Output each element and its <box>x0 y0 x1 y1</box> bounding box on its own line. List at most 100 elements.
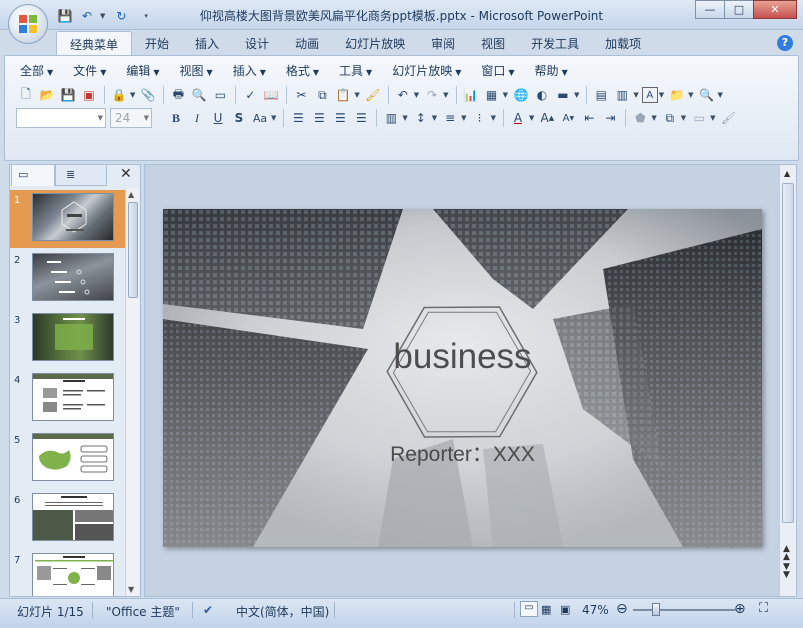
numbering-dropdown-icon[interactable]: ▼ <box>461 114 466 122</box>
line-spacing-icon[interactable]: ↕ <box>411 108 431 128</box>
main-scrollbar[interactable]: ▲ ▲ ▲ ▼ ▼ <box>779 165 796 596</box>
zoom-slider-thumb[interactable] <box>652 603 660 616</box>
undo-dropdown-icon[interactable]: ▼ <box>100 12 105 20</box>
font-color-icon[interactable]: A <box>508 108 528 128</box>
slide-thumbnail-1[interactable]: 1 <box>10 190 125 248</box>
font-name-dropdown-icon[interactable]: ▼ <box>98 114 103 122</box>
numbering-icon[interactable]: ≡ <box>440 108 460 128</box>
table-icon[interactable]: ▦ <box>482 85 502 105</box>
customize-qat-icon[interactable]: ▾ <box>144 12 148 20</box>
slide-thumbnail-5[interactable]: 5 <box>10 430 125 488</box>
italic-icon[interactable]: I <box>187 108 207 128</box>
new-document-icon[interactable]: 🗋 <box>16 85 36 105</box>
scroll-up-icon[interactable]: ▲ <box>784 169 790 178</box>
zoom-out-icon[interactable]: ⊖ <box>616 601 628 617</box>
permission-icon[interactable]: 🔒 <box>109 85 129 105</box>
cut-icon[interactable]: ✂ <box>291 85 311 105</box>
open-folder-icon[interactable]: 📂 <box>37 85 57 105</box>
shadow-icon[interactable]: S <box>229 108 249 128</box>
increase-indent-icon[interactable]: ⇥ <box>600 108 620 128</box>
align-right-icon[interactable]: ☰ <box>330 108 350 128</box>
bold-icon[interactable]: B <box>166 108 186 128</box>
menu-tools[interactable]: 工具 ▼ <box>329 62 382 80</box>
next-slide-icon[interactable]: ▼ ▼ <box>783 563 790 580</box>
font-color-dropdown-icon[interactable]: ▼ <box>529 114 534 122</box>
menu-view[interactable]: 视图 ▼ <box>170 62 223 80</box>
menu-help[interactable]: 帮助 ▼ <box>525 62 578 80</box>
slide-view-icon[interactable]: ▭ <box>210 85 230 105</box>
slide-layout-icon[interactable]: ▬ <box>553 85 573 105</box>
tab-slides[interactable]: ▭ <box>11 164 55 186</box>
tab-insert[interactable]: 插入 <box>182 31 232 56</box>
align-center-icon[interactable]: ☰ <box>309 108 329 128</box>
print-icon[interactable]: 🖶 <box>168 85 188 105</box>
justify-icon[interactable]: ☰ <box>351 108 371 128</box>
help-icon[interactable]: ? <box>777 35 793 51</box>
arrange-dropdown-icon[interactable]: ▼ <box>681 114 686 122</box>
folder-dropdown-icon[interactable]: ▼ <box>688 91 693 99</box>
format-painter-icon[interactable]: 🖌 <box>363 85 383 105</box>
redo-icon[interactable]: ↻ <box>112 7 130 25</box>
find-dropdown-icon[interactable]: ▼ <box>718 91 723 99</box>
line-spacing-dropdown-icon[interactable]: ▼ <box>432 114 437 122</box>
pane-close-icon[interactable]: ✕ <box>120 166 132 182</box>
quick-styles-dropdown-icon[interactable]: ▼ <box>710 114 715 122</box>
paste-dropdown-icon[interactable]: ▼ <box>354 91 359 99</box>
minimize-button[interactable]: — <box>695 0 725 19</box>
tab-animations[interactable]: 动画 <box>282 31 332 56</box>
undo-dropdown-icon[interactable]: ▼ <box>414 91 419 99</box>
copy-icon[interactable]: ⧉ <box>312 85 332 105</box>
menu-slideshow[interactable]: 幻灯片放映 ▼ <box>382 62 471 80</box>
scroll-thumb[interactable] <box>128 202 138 298</box>
save-icon[interactable]: 💾 <box>56 7 74 25</box>
tab-slideshow[interactable]: 幻灯片放映 <box>332 31 418 56</box>
font-name-input[interactable]: ▼ <box>16 108 106 128</box>
slide-thumbnail-2[interactable]: 2 <box>10 250 125 308</box>
close-button[interactable]: ✕ <box>753 0 797 19</box>
tab-design[interactable]: 设计 <box>232 31 282 56</box>
font-size-dropdown-icon[interactable]: ▼ <box>144 114 149 122</box>
language-status[interactable]: 中文(简体，中国) <box>236 603 329 620</box>
undo-icon[interactable]: ↶ <box>78 7 96 25</box>
menu-insert[interactable]: 插入 ▼ <box>223 62 276 80</box>
scroll-up-icon[interactable]: ▲ <box>128 190 134 199</box>
change-case-dropdown-icon[interactable]: ▼ <box>271 114 276 122</box>
spell-check-icon[interactable]: ✔ <box>203 603 213 617</box>
chart-icon[interactable]: 📊 <box>461 85 481 105</box>
menu-window[interactable]: 窗口 ▼ <box>471 62 524 80</box>
undo-icon[interactable]: ↶ <box>393 85 413 105</box>
paste-icon[interactable]: 📋 <box>333 85 353 105</box>
office-button[interactable] <box>8 4 48 44</box>
pdf-icon[interactable]: ▣ <box>79 85 99 105</box>
fit-to-window-icon[interactable]: ⛶ <box>759 601 768 616</box>
font-size-input[interactable]: 24 ▼ <box>110 108 152 128</box>
slide-canvas[interactable]: business Reporter：XXX <box>163 209 762 547</box>
slide-thumbnail-3[interactable]: 3 <box>10 310 125 368</box>
tab-outline[interactable]: ≣ <box>55 164 107 186</box>
slide-sorter-icon[interactable]: ▦ <box>541 603 551 616</box>
theme-name[interactable]: "Office 主题" <box>106 603 180 620</box>
quick-styles-icon[interactable]: ▭ <box>689 108 709 128</box>
tab-review[interactable]: 审阅 <box>418 31 468 56</box>
menu-all[interactable]: 全部 ▼ <box>10 62 63 80</box>
print-preview-icon[interactable]: 🔍 <box>189 85 209 105</box>
arrange-icon[interactable]: ⧉ <box>660 108 680 128</box>
redo-dropdown-icon[interactable]: ▼ <box>443 91 448 99</box>
zoom-slider[interactable] <box>633 609 736 611</box>
decrease-indent-icon[interactable]: ⇤ <box>579 108 599 128</box>
layout-icon[interactable]: ▥ <box>612 85 632 105</box>
tab-developer[interactable]: 开发工具 <box>518 31 592 56</box>
columns-icon[interactable]: ▥ <box>381 108 401 128</box>
shape-fill-icon[interactable]: 🖌 <box>719 108 739 128</box>
permission-dropdown-icon[interactable]: ▼ <box>130 91 135 99</box>
research-icon[interactable]: 📖 <box>261 85 281 105</box>
scroll-down-icon[interactable]: ▼ <box>128 585 134 594</box>
bullets-icon[interactable]: ⁝ <box>470 108 490 128</box>
columns-dropdown-icon[interactable]: ▼ <box>402 114 407 122</box>
slide-thumbnail-6[interactable]: 6 <box>10 490 125 548</box>
grow-font-icon[interactable]: A ▲ <box>537 108 557 128</box>
globe-icon[interactable]: 🌐 <box>511 85 531 105</box>
zoom-level[interactable]: 47% <box>582 603 609 617</box>
spelling-icon[interactable]: ✓ <box>240 85 260 105</box>
textbox-dropdown-icon[interactable]: ▼ <box>659 91 664 99</box>
